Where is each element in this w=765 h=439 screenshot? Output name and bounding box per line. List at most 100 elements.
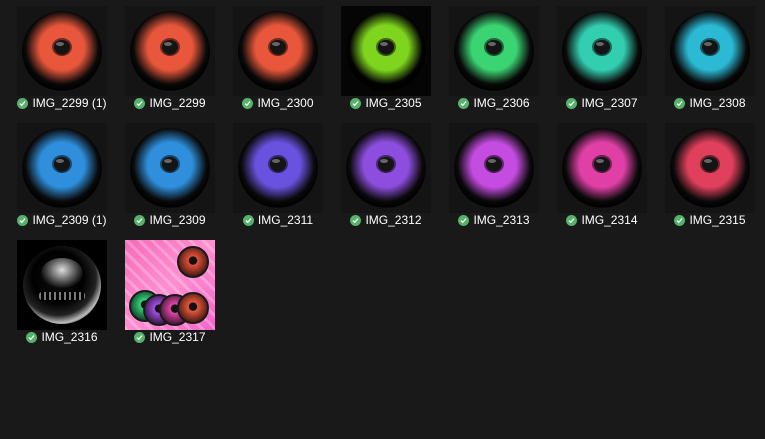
synced-check-icon bbox=[17, 97, 29, 109]
file-thumbnail[interactable] bbox=[557, 6, 647, 96]
file-name[interactable]: IMG_2309 (1) bbox=[32, 213, 106, 227]
file-thumbnail[interactable] bbox=[17, 123, 107, 213]
synced-check-icon bbox=[26, 331, 38, 343]
eye-image bbox=[341, 123, 431, 213]
synced-check-icon bbox=[566, 214, 578, 226]
eye-glint bbox=[272, 159, 280, 163]
file-thumbnail[interactable] bbox=[17, 240, 107, 330]
file-thumbnail[interactable] bbox=[557, 123, 647, 213]
eye-glint bbox=[56, 159, 64, 163]
eye-image bbox=[341, 6, 431, 96]
eye-image bbox=[665, 6, 755, 96]
file-item[interactable]: IMG_2308 bbox=[656, 0, 764, 117]
file-thumbnail[interactable] bbox=[17, 6, 107, 96]
file-name[interactable]: IMG_2314 bbox=[581, 213, 637, 227]
synced-check-icon bbox=[134, 97, 146, 109]
file-item[interactable]: IMG_2316 bbox=[8, 234, 116, 351]
file-thumbnail[interactable] bbox=[665, 6, 755, 96]
file-thumbnail[interactable] bbox=[233, 6, 323, 96]
synced-check-icon bbox=[566, 97, 578, 109]
eye-image bbox=[233, 123, 323, 213]
file-name[interactable]: IMG_2313 bbox=[473, 213, 529, 227]
file-item[interactable]: IMG_2314 bbox=[548, 117, 656, 234]
file-thumbnail[interactable] bbox=[125, 123, 215, 213]
eye-image bbox=[125, 123, 215, 213]
file-name[interactable]: IMG_2317 bbox=[149, 330, 205, 344]
eye-image bbox=[17, 240, 107, 330]
synced-check-icon bbox=[458, 97, 470, 109]
file-name[interactable]: IMG_2312 bbox=[365, 213, 421, 227]
eye-glint bbox=[380, 42, 388, 46]
eye-image bbox=[557, 123, 647, 213]
file-name[interactable]: IMG_2300 bbox=[257, 96, 313, 110]
file-item[interactable]: IMG_2313 bbox=[440, 117, 548, 234]
file-name[interactable]: IMG_2308 bbox=[689, 96, 745, 110]
eye-lens bbox=[41, 258, 83, 288]
file-caption: IMG_2307 bbox=[548, 95, 656, 111]
file-item[interactable]: IMG_2312 bbox=[332, 117, 440, 234]
synced-check-icon bbox=[17, 214, 29, 226]
file-caption: IMG_2311 bbox=[224, 212, 332, 228]
file-caption: IMG_2305 bbox=[332, 95, 440, 111]
file-thumbnail[interactable] bbox=[341, 6, 431, 96]
eye-image bbox=[233, 6, 323, 96]
eye-glint bbox=[596, 42, 604, 46]
file-caption: IMG_2317 bbox=[116, 329, 224, 345]
eye-swatch bbox=[177, 292, 209, 324]
synced-check-icon bbox=[242, 97, 254, 109]
file-item[interactable]: IMG_2299 bbox=[116, 0, 224, 117]
eye-image bbox=[449, 6, 539, 96]
file-item[interactable]: IMG_2311 bbox=[224, 117, 332, 234]
file-item[interactable]: IMG_2300 bbox=[224, 0, 332, 117]
file-caption: IMG_2312 bbox=[332, 212, 440, 228]
file-caption: IMG_2315 bbox=[656, 212, 764, 228]
file-item[interactable]: IMG_2317 bbox=[116, 234, 224, 351]
file-name[interactable]: IMG_2305 bbox=[365, 96, 421, 110]
promo-title-art bbox=[131, 248, 173, 270]
synced-check-icon bbox=[458, 214, 470, 226]
file-name[interactable]: IMG_2299 bbox=[149, 96, 205, 110]
file-item[interactable]: IMG_2315 bbox=[656, 117, 764, 234]
file-thumbnail[interactable] bbox=[449, 123, 539, 213]
eye-image bbox=[17, 123, 107, 213]
file-name[interactable]: IMG_2306 bbox=[473, 96, 529, 110]
file-thumbnail[interactable] bbox=[449, 6, 539, 96]
file-thumbnail[interactable] bbox=[233, 123, 323, 213]
file-thumbnail[interactable] bbox=[125, 6, 215, 96]
eye-image bbox=[17, 6, 107, 96]
file-item[interactable]: IMG_2299 (1) bbox=[8, 0, 116, 117]
synced-check-icon bbox=[350, 214, 362, 226]
file-item[interactable]: IMG_2309 bbox=[116, 117, 224, 234]
eye-glint bbox=[272, 42, 280, 46]
file-name[interactable]: IMG_2315 bbox=[689, 213, 745, 227]
file-name[interactable]: IMG_2316 bbox=[41, 330, 97, 344]
synced-check-icon bbox=[674, 214, 686, 226]
synced-check-icon bbox=[242, 214, 254, 226]
file-item[interactable]: IMG_2305 bbox=[332, 0, 440, 117]
file-name[interactable]: IMG_2311 bbox=[258, 213, 313, 227]
file-caption: IMG_2309 (1) bbox=[8, 212, 116, 228]
file-caption: IMG_2316 bbox=[8, 329, 116, 345]
file-caption: IMG_2309 bbox=[116, 212, 224, 228]
eye-glint bbox=[488, 42, 496, 46]
file-name[interactable]: IMG_2299 (1) bbox=[32, 96, 106, 110]
file-thumbnail[interactable] bbox=[341, 123, 431, 213]
file-item[interactable]: IMG_2307 bbox=[548, 0, 656, 117]
eye-glint bbox=[56, 42, 64, 46]
eye-image bbox=[125, 6, 215, 96]
eye-glint bbox=[596, 159, 604, 163]
eye-glint bbox=[164, 42, 172, 46]
eye-glint bbox=[704, 159, 712, 163]
file-caption: IMG_2306 bbox=[440, 95, 548, 111]
eye-glint bbox=[164, 159, 172, 163]
file-thumbnail[interactable] bbox=[665, 123, 755, 213]
file-name[interactable]: IMG_2307 bbox=[581, 96, 637, 110]
eye-glint bbox=[488, 159, 496, 163]
file-thumbnail[interactable] bbox=[125, 240, 215, 330]
file-item[interactable]: IMG_2306 bbox=[440, 0, 548, 117]
file-name[interactable]: IMG_2309 bbox=[149, 213, 205, 227]
file-item[interactable]: IMG_2309 (1) bbox=[8, 117, 116, 234]
synced-check-icon bbox=[350, 97, 362, 109]
file-caption: IMG_2313 bbox=[440, 212, 548, 228]
eye-image bbox=[557, 6, 647, 96]
